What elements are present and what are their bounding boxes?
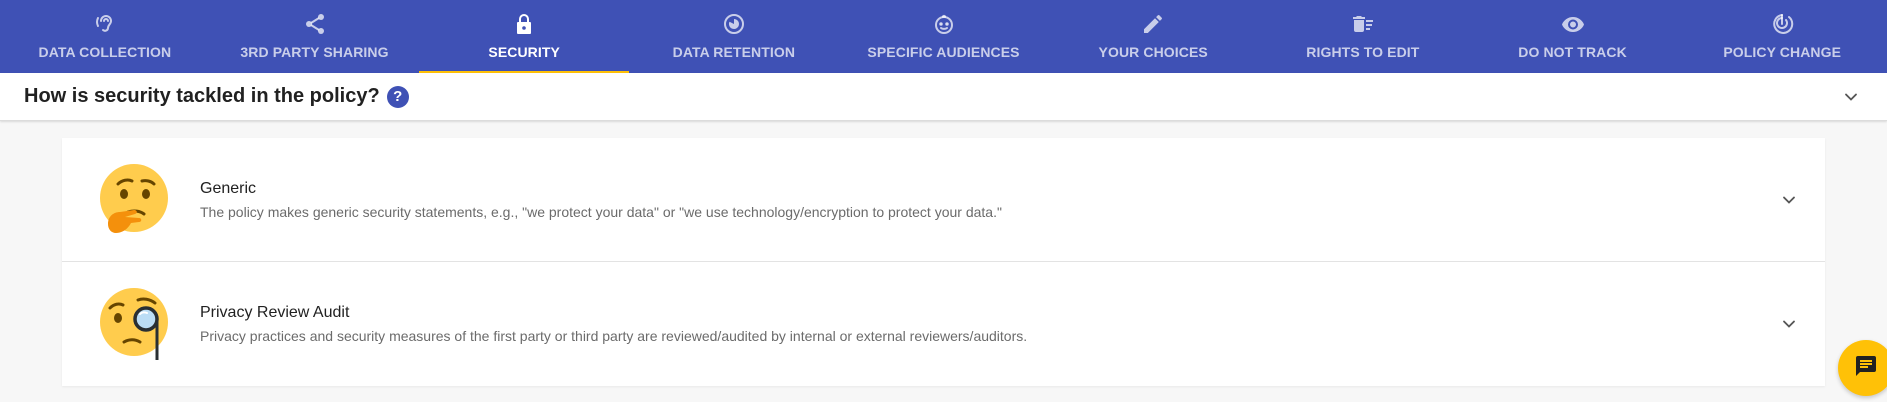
tab-specific-audiences[interactable]: SPECIFIC AUDIENCES [839,0,1049,73]
tab-label: POLICY CHANGE [1723,44,1842,60]
pencil-icon [1141,12,1165,36]
question-header[interactable]: How is security tackled in the policy? ? [0,73,1887,121]
chevron-down-icon[interactable] [1779,190,1799,210]
answers-panel: Generic The policy makes generic securit… [62,138,1825,386]
tab-label: DATA RETENTION [672,44,796,60]
ear-icon [93,12,117,36]
chat-icon [1854,354,1878,383]
answer-title: Privacy Review Audit [200,304,350,321]
lock-icon [512,12,536,36]
tab-label: DATA COLLECTION [38,44,172,60]
tab-data-retention[interactable]: DATA RETENTION [629,0,839,73]
answer-item-privacy-review-audit[interactable]: Privacy Review Audit Privacy practices a… [62,262,1825,386]
tab-label: YOUR CHOICES [1098,44,1208,60]
help-icon[interactable]: ? [386,85,409,108]
question-title: How is security tackled in the policy? [24,85,380,107]
tab-3rd-party-sharing[interactable]: 3RD PARTY SHARING [210,0,420,73]
child-face-icon [932,12,956,36]
answer-description: The policy makes generic security statem… [200,203,1002,220]
tab-label: RIGHTS TO EDIT [1306,44,1420,60]
tab-do-not-track[interactable]: DO NOT TRACK [1468,0,1678,73]
tab-security[interactable]: SECURITY [419,0,630,73]
tab-rights-to-edit[interactable]: RIGHTS TO EDIT [1258,0,1468,73]
track-changes-icon [1770,12,1794,36]
share-icon [303,12,327,36]
tab-label: SPECIFIC AUDIENCES [867,44,1020,60]
tab-your-choices[interactable]: YOUR CHOICES [1048,0,1258,73]
thinking-face-emoji [98,162,170,238]
tab-label: DO NOT TRACK [1518,44,1627,60]
answer-description: Privacy practices and security measures … [200,328,1028,344]
delete-sweep-icon [1351,12,1375,36]
category-tabbar: DATA COLLECTION 3RD PARTY SHARING SECURI… [0,0,1887,73]
tab-data-collection[interactable]: DATA COLLECTION [0,0,210,73]
monocle-face-emoji [98,286,170,362]
timelapse-icon [722,12,746,36]
chevron-down-icon[interactable] [1841,87,1861,107]
answer-item-generic[interactable]: Generic The policy makes generic securit… [62,138,1825,262]
answer-title: Generic [200,179,257,197]
tab-label: SECURITY [488,44,560,60]
chat-button[interactable] [1838,340,1887,396]
tab-policy-change[interactable]: POLICY CHANGE [1677,0,1887,73]
eye-icon [1561,12,1585,36]
chevron-down-icon[interactable] [1779,314,1799,334]
tab-label: 3RD PARTY SHARING [240,44,389,60]
